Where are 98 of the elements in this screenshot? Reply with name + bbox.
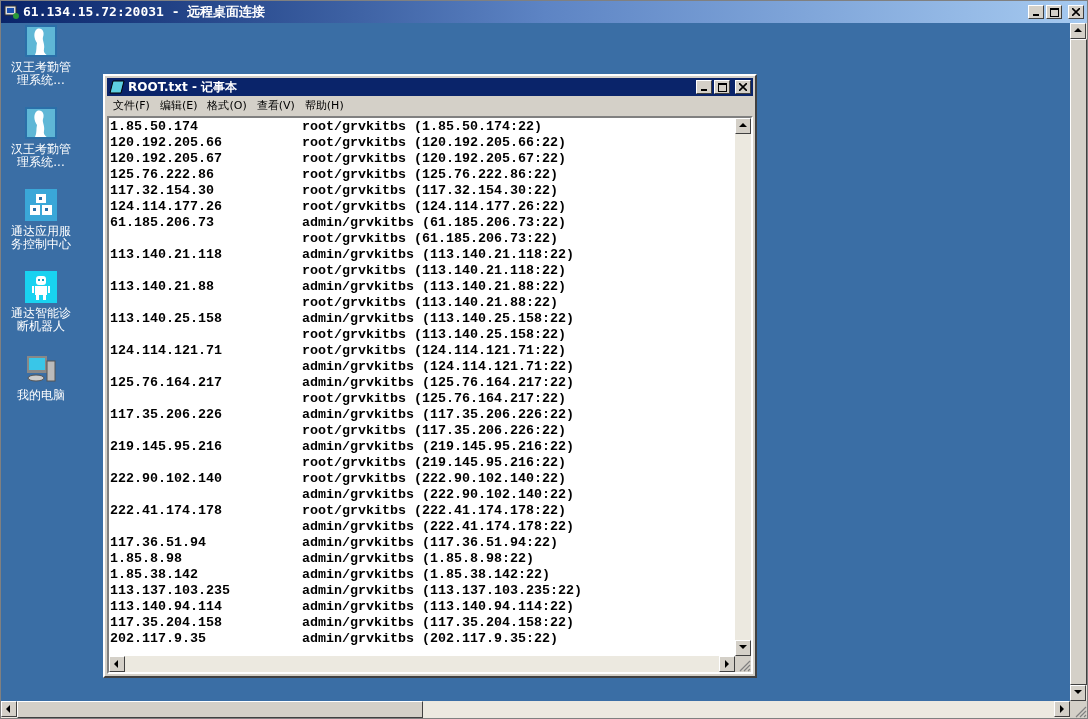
ip-address-text: 117.35.204.158 xyxy=(110,615,223,631)
credential-text: admin/grvkitbs (124.114.121.71:22) xyxy=(302,359,575,375)
desktop-icon-label: 通达智能诊断机器人 xyxy=(10,307,72,333)
credential-text: admin/grvkitbs (113.137.103.235:22) xyxy=(302,583,583,599)
ip-address-text: 222.90.102.140 xyxy=(110,471,223,487)
credential-text: admin/grvkitbs (117.35.204.158:22) xyxy=(302,615,575,631)
desktop-icon-label: 通达应用服务控制中心 xyxy=(10,225,72,251)
ip-address-text: 125.76.164.217 xyxy=(110,375,223,391)
scroll-right-button[interactable] xyxy=(1054,701,1070,717)
credential-text: root/grvkitbs (113.140.21.118:22) xyxy=(302,263,567,279)
credential-text: root/grvkitbs (113.140.21.88:22) xyxy=(302,295,559,311)
credential-text: admin/grvkitbs (125.76.164.217:22) xyxy=(302,375,575,391)
credential-text: admin/grvkitbs (219.145.95.216:22) xyxy=(302,439,575,455)
credential-text: admin/grvkitbs (113.140.21.118:22) xyxy=(302,247,575,263)
credential-text: root/grvkitbs (61.185.206.73:22) xyxy=(302,231,559,247)
credential-text: root/grvkitbs (113.140.25.158:22) xyxy=(302,327,567,343)
ip-address-text: 222.41.174.178 xyxy=(110,503,223,519)
ip-address-text: 219.145.95.216 xyxy=(110,439,223,455)
ip-address-text: 61.185.206.73 xyxy=(110,215,215,231)
ip-address-text: 1.85.38.142 xyxy=(110,567,199,583)
ip-address-text: 120.192.205.66 xyxy=(110,135,223,151)
person-silhouette-icon[interactable] xyxy=(25,107,57,139)
menu-item[interactable]: 查看(V) xyxy=(252,97,299,115)
ip-address-text: 113.137.103.235 xyxy=(110,583,231,599)
desktop-icon-label: 我的电脑 xyxy=(16,389,66,402)
ip-address-text: 120.192.205.67 xyxy=(110,151,223,167)
close-button[interactable] xyxy=(735,80,751,94)
maximize-button[interactable] xyxy=(1046,5,1062,19)
resize-grip-icon[interactable] xyxy=(1075,706,1087,718)
remote-desktop-icon xyxy=(4,4,20,20)
credential-text: admin/grvkitbs (117.35.206.226:22) xyxy=(302,407,575,423)
person-silhouette-icon[interactable] xyxy=(25,25,57,57)
menu-item[interactable]: 文件(F) xyxy=(109,97,154,115)
maximize-icon xyxy=(1049,7,1059,17)
credential-text: admin/grvkitbs (222.41.174.178:22) xyxy=(302,519,575,535)
ip-address-text: 202.117.9.35 xyxy=(110,631,207,647)
resize-grip-icon[interactable] xyxy=(739,660,751,672)
ip-address-text: 124.114.177.26 xyxy=(110,199,223,215)
credential-text: admin/grvkitbs (1.85.38.142:22) xyxy=(302,567,551,583)
blocks-icon[interactable] xyxy=(25,189,57,221)
computer-icon[interactable] xyxy=(25,353,57,385)
ip-address-text: 117.32.154.30 xyxy=(110,183,215,199)
minimize-button[interactable] xyxy=(1028,5,1044,19)
credential-text: root/grvkitbs (124.114.177.26:22) xyxy=(302,199,567,215)
scroll-right-button[interactable] xyxy=(719,656,735,672)
credential-text: root/grvkitbs (1.85.50.174:22) xyxy=(302,119,543,135)
credential-text: root/grvkitbs (125.76.164.217:22) xyxy=(302,391,567,407)
credential-text: root/grvkitbs (120.192.205.67:22) xyxy=(302,151,567,167)
desktop-icon-label: 汉王考勤管理系统... xyxy=(10,61,72,87)
scroll-up-button[interactable] xyxy=(735,118,751,134)
credential-text: admin/grvkitbs (222.90.102.140:22) xyxy=(302,487,575,503)
scroll-up-button[interactable] xyxy=(1070,23,1086,39)
ip-address-text: 113.140.21.88 xyxy=(110,279,215,295)
close-icon xyxy=(1072,8,1080,16)
credential-text: root/grvkitbs (222.90.102.140:22) xyxy=(302,471,567,487)
ip-address-text: 1.85.8.98 xyxy=(110,551,183,567)
credential-text: root/grvkitbs (219.145.95.216:22) xyxy=(302,455,567,471)
maximize-icon xyxy=(717,82,727,92)
ip-address-text: 125.76.222.86 xyxy=(110,167,215,183)
scroll-left-button[interactable] xyxy=(109,656,125,672)
scroll-down-button[interactable] xyxy=(1070,685,1086,701)
credential-text: admin/grvkitbs (113.140.94.114:22) xyxy=(302,599,575,615)
vertical-scrollbar[interactable] xyxy=(735,118,751,656)
notepad-icon xyxy=(109,80,125,94)
credential-text: root/grvkitbs (124.114.121.71:22) xyxy=(302,343,567,359)
ip-address-text: 117.36.51.94 xyxy=(110,535,207,551)
ip-address-text: 113.140.25.158 xyxy=(110,311,223,327)
credential-text: root/grvkitbs (222.41.174.178:22) xyxy=(302,503,567,519)
menu-item[interactable]: 格式(O) xyxy=(203,97,251,115)
ip-address-text: 124.114.121.71 xyxy=(110,343,223,359)
scrollbar-thumb[interactable] xyxy=(17,701,423,718)
close-button[interactable] xyxy=(1068,5,1084,19)
credential-text: admin/grvkitbs (1.85.8.98:22) xyxy=(302,551,535,567)
credential-text: admin/grvkitbs (61.185.206.73:22) xyxy=(302,215,567,231)
window-title: 61.134.15.72:20031 - 远程桌面连接 xyxy=(23,3,266,22)
close-icon xyxy=(739,83,747,91)
ip-address-text: 1.85.50.174 xyxy=(110,119,199,135)
credential-text: admin/grvkitbs (113.140.25.158:22) xyxy=(302,311,575,327)
ip-address-text: 113.140.94.114 xyxy=(110,599,223,615)
credential-text: root/grvkitbs (117.32.154.30:22) xyxy=(302,183,559,199)
scroll-left-button[interactable] xyxy=(1,701,17,717)
notepad-title: ROOT.txt - 记事本 xyxy=(128,79,238,96)
menu-item[interactable]: 帮助(H) xyxy=(300,97,348,115)
horizontal-scrollbar[interactable] xyxy=(109,656,735,672)
horizontal-scrollbar[interactable] xyxy=(1,701,1070,718)
credential-text: admin/grvkitbs (117.36.51.94:22) xyxy=(302,535,559,551)
credential-text: admin/grvkitbs (113.140.21.88:22) xyxy=(302,279,567,295)
credential-text: root/grvkitbs (120.192.205.66:22) xyxy=(302,135,567,151)
minimize-button[interactable] xyxy=(696,80,712,94)
ip-address-text: 117.35.206.226 xyxy=(110,407,223,423)
menu-item[interactable]: 编辑(E) xyxy=(155,97,202,115)
desktop-icon-label: 汉王考勤管理系统... xyxy=(10,143,72,169)
credential-text: root/grvkitbs (125.76.222.86:22) xyxy=(302,167,559,183)
scroll-down-button[interactable] xyxy=(735,640,751,656)
ip-address-text: 113.140.21.118 xyxy=(110,247,223,263)
credential-text: admin/grvkitbs (202.117.9.35:22) xyxy=(302,631,559,647)
maximize-button[interactable] xyxy=(714,80,730,94)
credential-text: root/grvkitbs (117.35.206.226:22) xyxy=(302,423,567,439)
